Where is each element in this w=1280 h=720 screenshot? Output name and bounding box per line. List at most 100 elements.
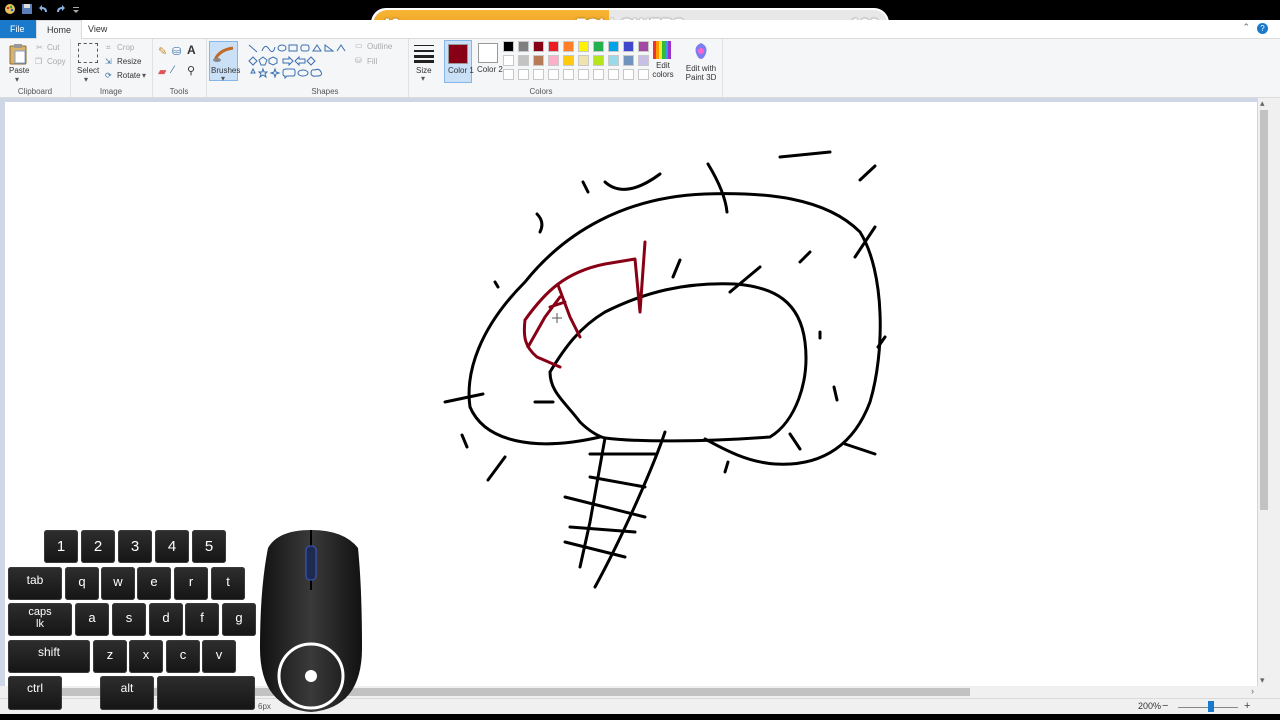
color1-label: Color 1: [448, 66, 474, 75]
resize-button[interactable]: Resize: [117, 57, 141, 66]
paste-icon[interactable]: [9, 43, 27, 68]
palette-swatch[interactable]: [578, 69, 589, 80]
outline-button[interactable]: Outline: [367, 42, 392, 51]
scissors-icon: ✂: [36, 43, 43, 52]
key-d: d: [149, 603, 183, 636]
key-f: f: [185, 603, 219, 636]
save-icon[interactable]: [22, 4, 32, 18]
copy-icon: ❐: [35, 57, 43, 66]
key-t: t: [211, 567, 245, 600]
palette-swatch[interactable]: [518, 41, 529, 52]
color-picker-icon[interactable]: ⁄: [172, 64, 174, 76]
chevron-down-icon[interactable]: ▾: [142, 71, 146, 80]
palette-swatch[interactable]: [533, 55, 544, 66]
paint-app-icon[interactable]: [4, 3, 16, 19]
palette-swatch[interactable]: [548, 69, 559, 80]
colors-group: Color 1 Color 2 Edit colors Colors: [442, 39, 680, 97]
brush-icon: [213, 46, 234, 62]
tab-file[interactable]: File: [0, 20, 36, 38]
palette-swatch[interactable]: [503, 55, 514, 66]
color2-button[interactable]: Color 2: [474, 40, 503, 83]
select-button[interactable]: Select: [77, 66, 99, 75]
tab-home[interactable]: Home: [36, 20, 83, 39]
key-r: r: [174, 567, 208, 600]
rotate-button[interactable]: Rotate: [117, 71, 141, 80]
chevron-down-icon: ▾: [221, 74, 226, 83]
crop-icon: ⌗: [106, 43, 111, 52]
color-palette: [503, 41, 653, 81]
undo-icon[interactable]: [38, 4, 49, 18]
palette-swatch[interactable]: [563, 41, 574, 52]
palette-swatch[interactable]: [608, 69, 619, 80]
palette-swatch[interactable]: [593, 55, 604, 66]
palette-swatch[interactable]: [638, 69, 649, 80]
palette-swatch[interactable]: [623, 55, 634, 66]
palette-swatch[interactable]: [608, 41, 619, 52]
chevron-down-icon[interactable]: ▾: [15, 75, 19, 84]
palette-swatch[interactable]: [593, 41, 604, 52]
color1-button[interactable]: Color 1: [444, 40, 474, 83]
palette-swatch[interactable]: [593, 69, 604, 80]
palette-swatch[interactable]: [638, 41, 649, 52]
chevron-down-icon[interactable]: ▾: [84, 75, 88, 84]
palette-swatch[interactable]: [518, 55, 529, 66]
text-tool-icon[interactable]: A: [187, 43, 196, 57]
palette-swatch[interactable]: [638, 55, 649, 66]
palette-swatch[interactable]: [623, 41, 634, 52]
customize-qat-icon[interactable]: [72, 4, 80, 18]
paste-label[interactable]: Paste: [9, 66, 29, 75]
redo-icon[interactable]: [55, 4, 66, 18]
vertical-scrollbar[interactable]: ▴ ▾: [1258, 98, 1270, 686]
eraser-icon[interactable]: ▰: [158, 65, 166, 78]
brushes-group: Brushes ▾: [206, 39, 242, 97]
chevron-up-icon[interactable]: ⌃: [1242, 22, 1250, 33]
palette-swatch[interactable]: [578, 41, 589, 52]
cut-button[interactable]: Cut: [47, 43, 59, 52]
key-a: a: [75, 603, 109, 636]
fill-icon: ⛁: [355, 56, 362, 65]
size-group[interactable]: Size ▾: [408, 39, 442, 97]
zoom-in-button[interactable]: +: [1244, 700, 1250, 712]
palette-swatch[interactable]: [548, 55, 559, 66]
palette-swatch[interactable]: [548, 41, 559, 52]
shapes-gallery-icon[interactable]: [247, 43, 347, 83]
zoom-out-button[interactable]: −: [1162, 700, 1168, 712]
edit-colors-button[interactable]: Edit colors: [651, 41, 674, 83]
key-3: 3: [118, 530, 152, 563]
vertical-scroll-thumb[interactable]: [1260, 110, 1268, 510]
scroll-down-icon[interactable]: ▾: [1260, 675, 1265, 686]
tab-view[interactable]: View: [78, 20, 117, 38]
key-s: s: [112, 603, 146, 636]
fill-bucket-icon[interactable]: ⛁: [172, 45, 181, 58]
crop-button[interactable]: Crop: [117, 43, 134, 52]
key-space: [157, 676, 255, 710]
pencil-icon[interactable]: ✎: [158, 45, 167, 58]
copy-button[interactable]: Copy: [47, 57, 66, 66]
palette-swatch[interactable]: [563, 69, 574, 80]
palette-swatch[interactable]: [533, 69, 544, 80]
palette-swatch[interactable]: [503, 41, 514, 52]
palette-swatch[interactable]: [608, 55, 619, 66]
palette-swatch[interactable]: [518, 69, 529, 80]
scroll-up-icon[interactable]: ▴: [1260, 98, 1265, 109]
shapes-group: ▭ Outline ⛁ Fill Shapes: [242, 39, 409, 97]
paint3d-group[interactable]: Edit with Paint 3D: [680, 39, 723, 97]
palette-swatch[interactable]: [533, 41, 544, 52]
zoom-slider-thumb[interactable]: [1208, 701, 1214, 712]
scroll-right-icon[interactable]: ›: [1251, 686, 1254, 696]
magnifier-icon[interactable]: ⚲: [187, 64, 195, 77]
brushes-button[interactable]: Brushes ▾: [209, 41, 241, 83]
brushes-label: Brushes: [211, 66, 241, 75]
palette-swatch[interactable]: [578, 55, 589, 66]
image-group-label: Image: [99, 87, 123, 96]
palette-swatch[interactable]: [563, 55, 574, 66]
palette-swatch[interactable]: [503, 69, 514, 80]
tools-group-label: Tools: [169, 87, 189, 96]
select-icon[interactable]: [78, 43, 98, 63]
key-4: 4: [155, 530, 189, 563]
help-icon[interactable]: ?: [1257, 23, 1268, 34]
palette-swatch[interactable]: [623, 69, 634, 80]
clipboard-group: Paste ▾ ✂ Cut ❐ Copy Clipboard: [0, 39, 71, 97]
key-2: 2: [81, 530, 115, 563]
fill-button[interactable]: Fill: [367, 57, 377, 66]
